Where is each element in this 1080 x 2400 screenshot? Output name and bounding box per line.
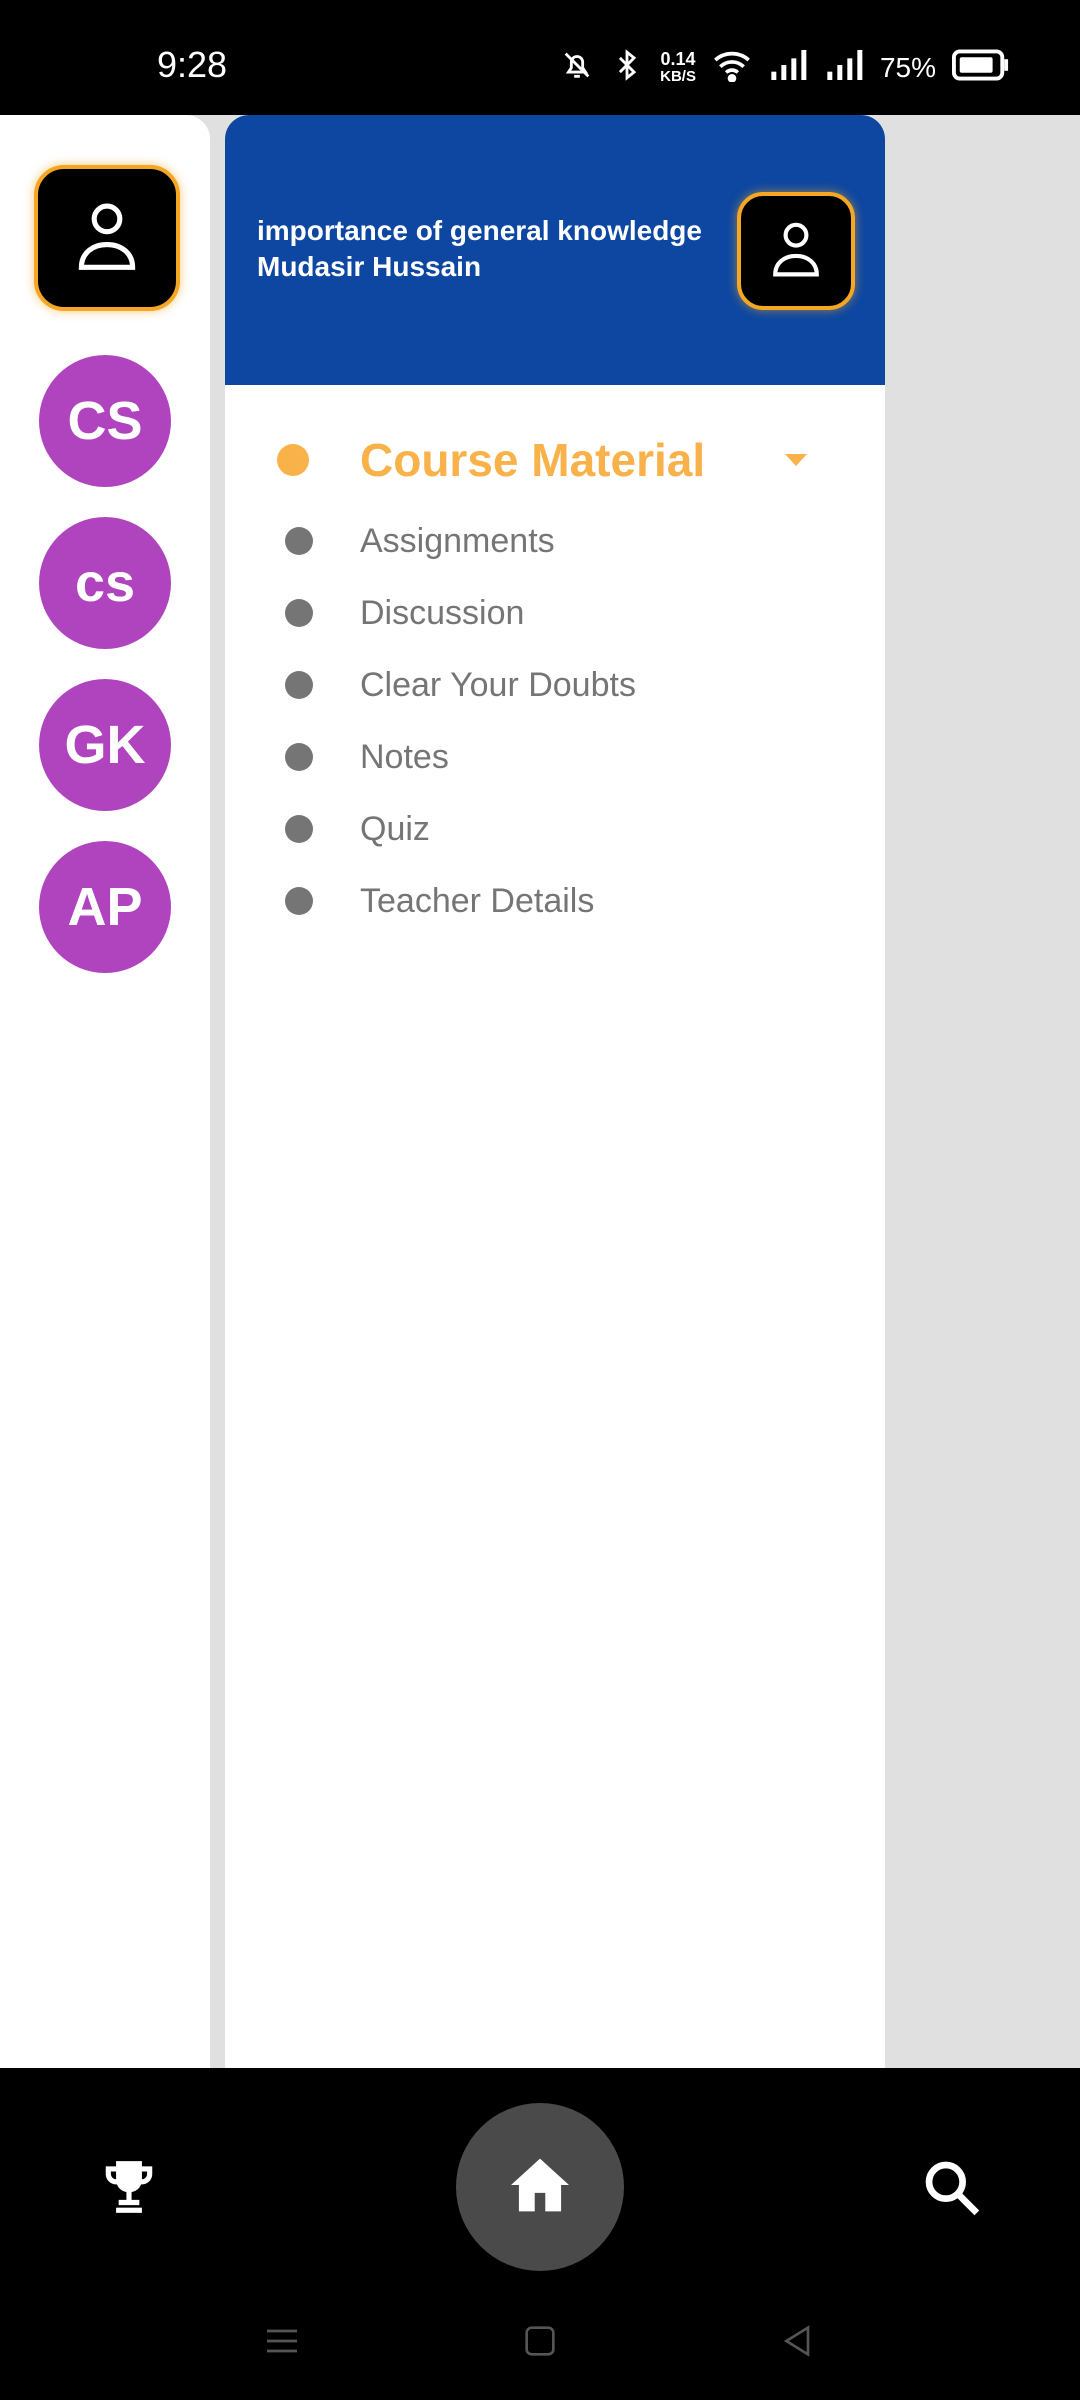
course-avatar-gk[interactable]: GK bbox=[39, 679, 171, 811]
battery-icon bbox=[952, 49, 1010, 86]
drawer-title: importance of general knowledge Mudasir … bbox=[257, 213, 702, 285]
net-speed-unit: KB/S bbox=[660, 67, 696, 85]
bottom-nav-bar bbox=[0, 2068, 1080, 2400]
teacher-name: Mudasir Hussain bbox=[257, 251, 482, 282]
signal-icon bbox=[768, 48, 808, 87]
trophy-button[interactable] bbox=[98, 2156, 160, 2218]
home-button[interactable] bbox=[456, 2103, 624, 2271]
menu-item-label: Notes bbox=[360, 737, 449, 776]
app-logo[interactable] bbox=[34, 165, 180, 311]
home-icon bbox=[508, 2156, 572, 2219]
course-avatar-cs[interactable]: CS bbox=[39, 355, 171, 487]
bluetooth-icon bbox=[610, 48, 644, 87]
signal-icon bbox=[824, 48, 864, 87]
bullet-dot bbox=[285, 743, 313, 771]
drawer-menu: Course Material Assignments Discussion C… bbox=[225, 415, 885, 937]
bullet-dot bbox=[285, 671, 313, 699]
search-button[interactable] bbox=[920, 2156, 982, 2218]
system-home-button[interactable] bbox=[510, 2318, 570, 2368]
bullet-dot bbox=[285, 527, 313, 555]
menu-item-assignments[interactable]: Assignments bbox=[225, 505, 885, 577]
bullet-dot bbox=[277, 444, 309, 476]
bell-off-icon bbox=[560, 48, 594, 87]
menu-item-label: Discussion bbox=[360, 593, 525, 632]
net-speed: 0.14 KB/S bbox=[660, 50, 696, 86]
course-avatar-ap[interactable]: AP bbox=[39, 841, 171, 973]
menu-icon bbox=[262, 2321, 302, 2366]
search-icon bbox=[920, 2161, 982, 2222]
back-icon bbox=[778, 2321, 818, 2366]
menu-item-teacher-details[interactable]: Teacher Details bbox=[225, 865, 885, 937]
drawer-logo[interactable] bbox=[737, 192, 855, 310]
menu-item-label: Assignments bbox=[360, 521, 555, 560]
person-icon bbox=[72, 199, 142, 278]
bullet-dot bbox=[285, 887, 313, 915]
bullet-dot bbox=[285, 815, 313, 843]
menu-item-notes[interactable]: Notes bbox=[225, 721, 885, 793]
net-speed-value: 0.14 bbox=[660, 48, 696, 69]
course-rail: CS cs GK AP bbox=[0, 115, 210, 2068]
system-menu-button[interactable] bbox=[252, 2318, 312, 2368]
person-icon bbox=[768, 219, 824, 284]
caret-down-icon[interactable] bbox=[785, 454, 807, 466]
status-icons: 0.14 KB/S 75% bbox=[560, 48, 1010, 87]
course-avatar-cs-lower[interactable]: cs bbox=[39, 517, 171, 649]
menu-item-label: Teacher Details bbox=[360, 881, 595, 920]
wifi-icon bbox=[712, 48, 752, 87]
course-drawer: importance of general knowledge Mudasir … bbox=[225, 115, 885, 2068]
menu-item-clear-your-doubts[interactable]: Clear Your Doubts bbox=[225, 649, 885, 721]
course-title: importance of general knowledge bbox=[257, 215, 702, 246]
bullet-dot bbox=[285, 599, 313, 627]
square-icon bbox=[520, 2321, 560, 2366]
status-time: 9:28 bbox=[157, 44, 228, 85]
drawer-header: importance of general knowledge Mudasir … bbox=[225, 115, 885, 385]
menu-item-course-material[interactable]: Course Material bbox=[225, 415, 885, 505]
system-back-button[interactable] bbox=[768, 2318, 828, 2368]
menu-item-label: Clear Your Doubts bbox=[360, 665, 636, 704]
menu-item-discussion[interactable]: Discussion bbox=[225, 577, 885, 649]
status-bar: 9:28 0.14 KB/S 75% bbox=[0, 0, 1080, 115]
trophy-icon bbox=[98, 2161, 160, 2222]
menu-item-label: Course Material bbox=[360, 434, 706, 486]
menu-item-label: Quiz bbox=[360, 809, 430, 848]
battery-percent: 75% bbox=[879, 51, 936, 83]
menu-item-quiz[interactable]: Quiz bbox=[225, 793, 885, 865]
